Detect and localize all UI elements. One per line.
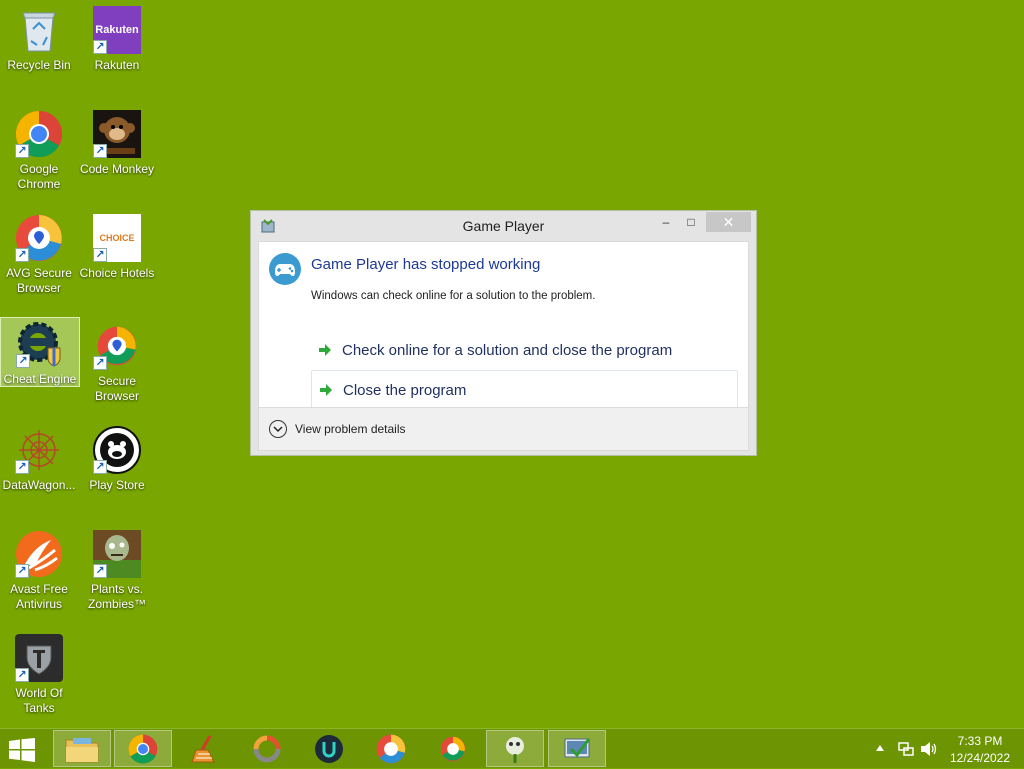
gamepad-icon [268,252,302,286]
taskbar-u-app[interactable] [300,730,358,767]
icon-label: Rakuten [94,58,140,72]
u-logo-icon [315,734,343,763]
play-store-icon: ↗ [93,426,141,474]
icon-label: AVG Secure Browser [6,266,72,295]
avg-browser-icon: ↗ [15,214,63,262]
plants-vs-zombies-icon: ↗ [93,530,141,578]
avast-icon: ↗ [15,530,63,578]
shortcut-arrow-icon: ↗ [16,354,30,368]
system-tray [872,729,942,769]
icon-label: Plants vs. Zombies™ [87,582,146,611]
choice-hotels-icon: CHOICE ↗ [93,214,141,262]
icon-label: Cheat Engine [3,372,77,386]
view-problem-details-link[interactable]: View problem details [295,422,406,436]
shortcut-arrow-icon: ↗ [93,460,107,474]
dialog-footer: View problem details [259,407,748,450]
maximize-button[interactable]: □ [681,212,701,232]
world-of-tanks-icon: ↗ [15,634,63,682]
desktop-icon-cheat-engine[interactable]: ↗ Cheat Engine [0,317,80,387]
chevron-up-icon[interactable] [876,745,884,751]
cheat-engine-icon: ↗ [16,320,64,368]
close-program-button[interactable]: Close the program [311,370,738,410]
taskbar-avg-browser[interactable] [362,730,420,767]
icon-label: Choice Hotels [79,266,155,280]
desktop-icon-avg-secure-browser[interactable]: ↗ AVG Secure Browser [0,208,78,306]
clock[interactable]: 7:33 PM 12/24/2022 [940,729,1024,769]
game-player-icon [564,737,591,757]
icon-label: Recycle Bin [7,58,71,72]
recycle-bin-icon [15,6,63,54]
chevron-down-icon[interactable] [269,420,287,438]
desktop-icon-secure-browser[interactable]: ↗ Secure Browser [78,316,156,414]
taskbar-file-explorer[interactable] [53,730,111,767]
desktop-icon-recycle-bin[interactable]: Recycle Bin [0,0,78,98]
shortcut-arrow-icon: ↗ [15,564,29,578]
flower-icon [506,736,524,763]
taskbar-secure-browser[interactable] [424,730,482,767]
dialog-subtext: Windows can check online for a solution … [311,290,596,302]
desktop-icon-play-store[interactable]: ↗ Play Store [78,420,156,518]
dialog-content: Game Player has stopped working Windows … [258,241,749,451]
desktop-icon-code-monkey[interactable]: ↗ Code Monkey [78,104,156,202]
shortcut-arrow-icon: ↗ [15,144,29,158]
code-monkey-icon: ↗ [93,110,141,158]
chrome-icon [128,734,158,763]
desktop-icon-google-chrome[interactable]: ↗ Google Chrome [0,104,78,202]
windows-logo-icon [9,738,35,762]
volume-icon[interactable] [920,741,938,757]
shortcut-arrow-icon: ↗ [93,564,107,578]
rakuten-icon: Rakuten ↗ [93,6,141,54]
avg-browser-icon [376,734,406,763]
icon-label: Code Monkey [79,162,155,176]
shortcut-arrow-icon: ↗ [15,460,29,474]
icon-label: Secure Browser [94,374,139,403]
desktop-icon-choice-hotels[interactable]: CHOICE ↗ Choice Hotels [78,208,156,306]
clock-time: 7:33 PM [957,734,1003,748]
shortcut-arrow-icon: ↗ [93,356,107,370]
clock-date: 12/24/2022 [949,751,1011,765]
network-icon[interactable] [898,741,914,757]
broom-icon [191,734,215,762]
shortcut-arrow-icon: ↗ [15,668,29,682]
close-button[interactable]: ✕ [706,212,751,232]
check-online-label: Check online for a solution and close th… [342,341,673,359]
start-button[interactable] [8,738,38,762]
ring-app-icon [253,735,281,762]
dialog-heading: Game Player has stopped working [311,256,541,273]
green-arrow-icon [319,344,331,356]
chrome-icon: ↗ [15,110,63,158]
icon-label: Google Chrome [17,162,61,191]
dialog-titlebar[interactable]: Game Player – □ ✕ [251,211,756,241]
taskbar-chrome[interactable] [114,730,172,767]
desktop-icon-datawagon[interactable]: ↗ DataWagon... [0,420,78,518]
secure-browser-icon: ↗ [93,322,141,370]
desktop-icon-rakuten[interactable]: Rakuten ↗ Rakuten [78,0,156,98]
icon-label: Avast Free Antivirus [10,582,68,611]
icon-label: Play Store [89,478,145,492]
folder-icon [65,737,99,762]
datawagon-icon: ↗ [15,426,63,474]
icon-label: World Of Tanks [15,686,63,715]
desktop-icon-world-of-tanks[interactable]: ↗ World Of Tanks [0,628,78,726]
close-program-label: Close the program [343,381,467,399]
desktop-icon-avast[interactable]: ↗ Avast Free Antivirus [0,524,78,622]
desktop-icon-plants-vs-zombies[interactable]: ↗ Plants vs. Zombies™ [78,524,156,622]
icon-label: DataWagon... [2,478,76,492]
secure-browser-icon [440,736,466,761]
minimize-button[interactable]: – [656,212,676,232]
shortcut-arrow-icon: ↗ [15,248,29,262]
shortcut-arrow-icon: ↗ [93,144,107,158]
green-arrow-icon [320,384,332,396]
error-dialog: Game Player – □ ✕ Game Player has stoppe… [250,210,757,456]
taskbar-app-ring[interactable] [238,730,296,767]
taskbar-ccleaner[interactable] [176,730,234,767]
taskbar-plants-vs-zombies[interactable] [486,730,544,767]
taskbar-game-player[interactable] [548,730,606,767]
shortcut-arrow-icon: ↗ [93,248,107,262]
shortcut-arrow-icon: ↗ [93,40,107,54]
check-online-button[interactable]: Check online for a solution and close th… [311,330,738,370]
taskbar: 7:33 PM 12/24/2022 [0,728,1024,768]
